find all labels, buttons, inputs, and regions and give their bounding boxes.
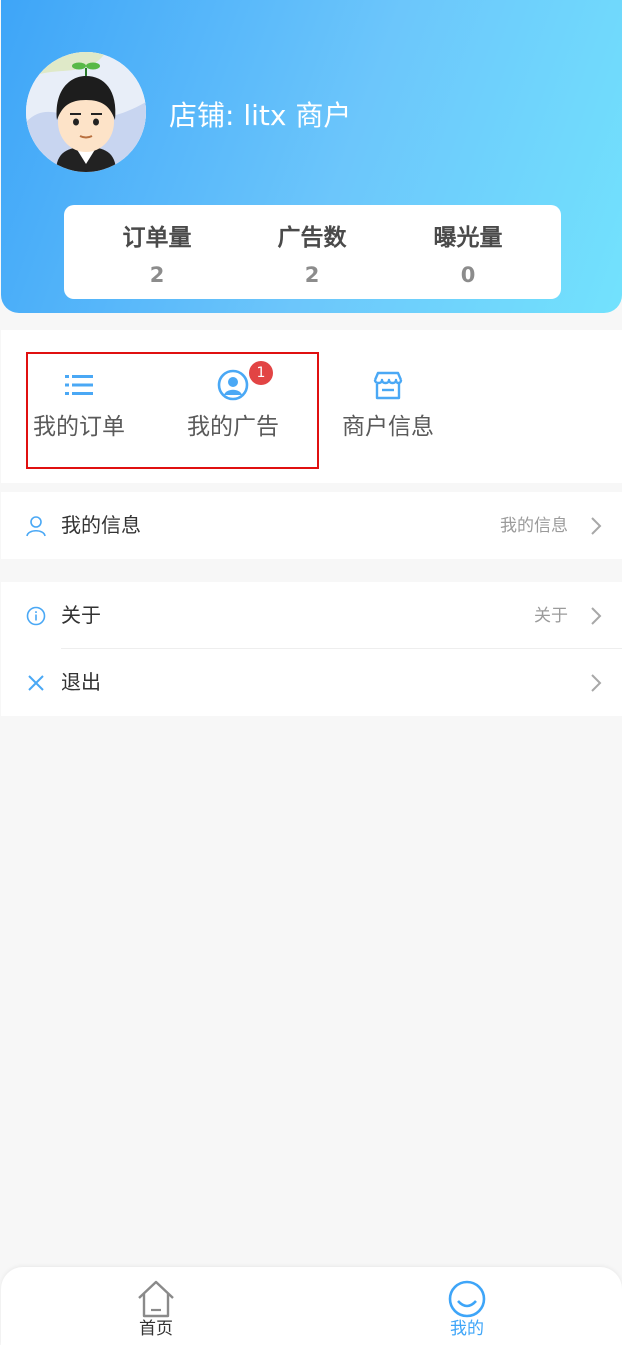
highlight-annotation-box [26, 352, 319, 469]
stat-orders[interactable]: 订单量 2 [79, 205, 235, 299]
list-item-logout[interactable]: 退出 [1, 649, 622, 716]
stat-label: 订单量 [122, 225, 192, 251]
info-icon [26, 606, 46, 626]
list-item-label: 我的信息 [61, 513, 141, 537]
stat-value: 2 [149, 263, 165, 287]
quick-item-label: 商户信息 [342, 414, 434, 440]
list-item-value: 关于 [534, 606, 568, 626]
shop-icon [373, 371, 403, 400]
list-item-label: 关于 [61, 603, 101, 627]
stats-card: 订单量 2 广告数 2 曝光量 0 [64, 205, 561, 299]
bottom-tab-bar: 首页 我的 [1, 1267, 622, 1345]
user-icon [26, 516, 46, 537]
profile-header: 店铺: litx 商户 订单量 2 广告数 2 曝光量 0 [1, 0, 622, 313]
tab-label: 我的 [450, 1319, 484, 1339]
chevron-right-icon [591, 674, 602, 692]
store-name: 店铺: litx 商户 [169, 99, 352, 132]
list-item-about[interactable]: 关于 关于 [1, 582, 622, 649]
close-icon [28, 675, 44, 691]
avatar-image [26, 52, 146, 172]
chevron-right-icon [591, 517, 602, 535]
quick-item-merchant-info[interactable]: 商户信息 [318, 330, 458, 483]
list-group-info: 我的信息 我的信息 [1, 492, 622, 559]
home-icon [138, 1280, 174, 1318]
list-item-my-info[interactable]: 我的信息 我的信息 [1, 492, 622, 559]
stat-value: 0 [460, 263, 476, 287]
tab-home[interactable]: 首页 [96, 1267, 216, 1345]
list-item-value: 我的信息 [500, 516, 568, 536]
stat-exposure[interactable]: 曝光量 0 [390, 205, 546, 299]
stat-ads[interactable]: 广告数 2 [234, 205, 390, 299]
list-group-system: 关于 关于 退出 [1, 582, 622, 716]
tab-label: 首页 [139, 1319, 173, 1339]
smile-icon [448, 1280, 486, 1318]
tab-mine[interactable]: 我的 [407, 1267, 527, 1345]
stat-label: 曝光量 [433, 225, 503, 251]
chevron-right-icon [591, 607, 602, 625]
list-item-label: 退出 [61, 670, 101, 694]
avatar[interactable] [26, 52, 146, 172]
stat-value: 2 [304, 263, 320, 287]
stat-label: 广告数 [277, 225, 347, 251]
